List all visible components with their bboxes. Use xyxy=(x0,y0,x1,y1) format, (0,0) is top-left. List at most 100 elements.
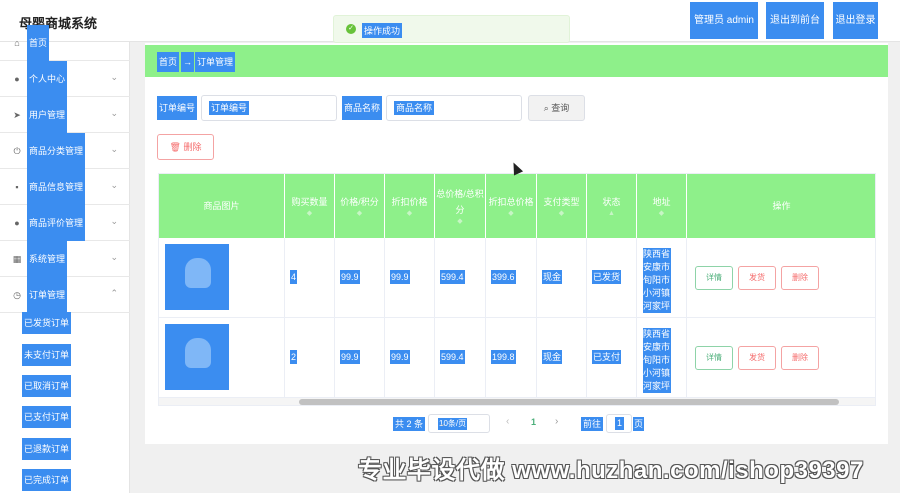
column-header-price[interactable]: 价格/积分 ◆ xyxy=(335,174,385,238)
cell-quantity: 2 xyxy=(290,350,298,364)
sidebar: ⌂ 首页 ● 个人中心 ⌄ ➤ 用户管理 ⌄ ⏻ 商品分类管理 ⌄ ▪ 商品信息… xyxy=(0,25,130,493)
cell-pay-type: 现金 xyxy=(542,270,563,284)
search-button[interactable]: ⌕ 查询 xyxy=(528,95,585,121)
column-header-discount-total[interactable]: 折扣总价格 ◆ xyxy=(486,174,537,238)
sidebar-item-categories[interactable]: ⏻ 商品分类管理 ⌄ xyxy=(0,133,130,169)
cell-discount-total: 399.6 xyxy=(491,270,516,284)
sort-caret-icon[interactable]: ◆ xyxy=(659,210,664,218)
delete-button-label: 删除 xyxy=(183,142,202,152)
product-image xyxy=(165,244,229,310)
grid-icon: ▦ xyxy=(12,254,22,264)
table-row: 2 99.9 99.9 599.4 199.8 现金 已支付 陕西省安康市旬阳市… xyxy=(159,318,875,398)
sort-caret-icon[interactable]: ◆ xyxy=(357,210,362,218)
watermark: 专业毕设代做 www.huzhan.com/ishop39397 xyxy=(358,457,864,484)
chevron-down-icon: ⌄ xyxy=(110,252,118,262)
top-bar: 母婴商城系统 ✓ 操作成功 管理员 admin 退出到前台 退出登录 xyxy=(0,0,900,43)
column-header-pay-type[interactable]: 支付类型 ◆ xyxy=(537,174,587,238)
breadcrumb-home[interactable]: 首页 xyxy=(157,52,180,72)
breadcrumb-separator: → xyxy=(181,52,194,72)
cell-status: 已支付 xyxy=(592,350,622,364)
message-icon: ▪ xyxy=(15,182,19,192)
page-unit-label: 页 xyxy=(633,417,645,431)
goto-label: 前往 xyxy=(581,417,604,431)
cell-discount-price: 99.9 xyxy=(390,270,410,284)
cell-discount-total: 199.8 xyxy=(491,350,516,364)
sort-caret-icon[interactable]: ◆ xyxy=(457,218,462,226)
prev-page-icon[interactable]: ‹ xyxy=(506,416,509,427)
power-icon: ⏻ xyxy=(13,146,21,156)
sort-caret-icon[interactable]: ◆ xyxy=(559,210,564,218)
table-header: 商品图片 购买数量 ◆ 价格/积分 ◆ 折扣价格 ◆ 总价格/总积分 ◆ 折扣总价格 ◆ … xyxy=(159,174,875,238)
horizontal-scrollbar[interactable] xyxy=(159,398,875,405)
scrollbar-thumb[interactable] xyxy=(299,399,839,405)
sidebar-subitem-shipped[interactable]: 已发货订单 xyxy=(22,312,72,334)
admin-button[interactable]: 管理员 admin xyxy=(690,2,758,39)
batch-delete-button[interactable]: 🗑 删除 xyxy=(157,134,214,160)
sidebar-subitem-refunded[interactable]: 已退款订单 xyxy=(22,438,72,460)
column-header-total[interactable]: 总价格/总积分 ◆ xyxy=(435,174,486,238)
sidebar-item-profile[interactable]: ● 个人中心 ⌄ xyxy=(0,61,130,97)
cell-total: 599.4 xyxy=(440,270,465,284)
sidebar-item-reviews[interactable]: ● 商品评价管理 ⌄ xyxy=(0,205,130,241)
sidebar-item-label: 商品信息管理 xyxy=(27,169,86,205)
logout-button[interactable]: 退出登录 xyxy=(833,2,878,39)
search-button-label: 查询 xyxy=(551,103,570,113)
home-icon: ⌂ xyxy=(14,38,20,48)
goto-page-input[interactable]: 1 xyxy=(606,414,632,433)
delete-button[interactable]: 删除 xyxy=(781,266,819,290)
page-number[interactable]: 1 xyxy=(531,417,536,427)
delete-button[interactable]: 删除 xyxy=(781,346,819,370)
success-toast: ✓ 操作成功 xyxy=(333,15,570,43)
sidebar-item-label: 用户管理 xyxy=(27,97,68,133)
sort-caret-icon[interactable]: ▲ xyxy=(608,210,615,218)
column-header-quantity[interactable]: 购买数量 ◆ xyxy=(285,174,335,238)
cell-address: 陕西省安康市旬阳市小河镇河家坪 xyxy=(643,328,671,393)
sidebar-item-label: 个人中心 xyxy=(27,61,68,97)
goto-page-value: 1 xyxy=(615,417,625,430)
next-page-icon[interactable]: › xyxy=(555,416,558,427)
clock-icon: ◷ xyxy=(13,290,21,300)
column-header-status[interactable]: 状态 ▲ xyxy=(587,174,637,238)
ship-button[interactable]: 发货 xyxy=(738,266,776,290)
toast-message: 操作成功 xyxy=(362,23,403,38)
sidebar-item-products[interactable]: ▪ 商品信息管理 ⌄ xyxy=(0,169,130,205)
column-header-image[interactable]: 商品图片 xyxy=(159,174,285,238)
column-header-address[interactable]: 地址 ◆ xyxy=(637,174,687,238)
sidebar-subitem-paid[interactable]: 已支付订单 xyxy=(22,406,72,428)
sort-caret-icon[interactable]: ◆ xyxy=(407,210,412,218)
sort-caret-icon[interactable]: ◆ xyxy=(508,210,513,218)
view-button[interactable]: 详情 xyxy=(695,266,733,290)
sidebar-item-label: 商品评价管理 xyxy=(27,205,86,241)
sidebar-item-home[interactable]: ⌂ 首页 xyxy=(0,25,130,61)
pagination: 共 2 条 10条/页 ⌄ ‹ 1 › 前往 1 页 xyxy=(145,413,888,435)
table-row: 4 99.9 99.9 599.4 399.6 现金 已发货 陕西省安康市旬阳市… xyxy=(159,238,875,318)
view-button[interactable]: 详情 xyxy=(695,346,733,370)
cell-discount-price: 99.9 xyxy=(390,350,410,364)
product-name-input[interactable] xyxy=(386,95,522,121)
sidebar-item-orders[interactable]: ◷ 订单管理 ⌃ xyxy=(0,277,130,313)
page-size-select[interactable]: 10条/页 ⌄ xyxy=(428,414,490,433)
back-to-front-button[interactable]: 退出到前台 xyxy=(766,2,824,39)
sidebar-subitem-completed[interactable]: 已完成订单 xyxy=(22,469,72,491)
user-icon: ● xyxy=(14,74,20,84)
sidebar-item-system[interactable]: ▦ 系统管理 ⌄ xyxy=(0,241,130,277)
column-header-discount-price[interactable]: 折扣价格 ◆ xyxy=(385,174,435,238)
sidebar-item-label: 首页 xyxy=(27,25,50,61)
sidebar-subitem-unpaid[interactable]: 未支付订单 xyxy=(22,344,72,366)
order-no-label: 订单编号 xyxy=(157,96,198,120)
breadcrumb: 首页 → 订单管理 xyxy=(145,45,888,77)
chevron-down-icon: ⌄ xyxy=(110,72,118,82)
sort-caret-icon[interactable]: ◆ xyxy=(307,210,312,218)
cell-quantity: 4 xyxy=(290,270,298,284)
order-no-input[interactable] xyxy=(201,95,337,121)
chevron-down-icon: ⌄ xyxy=(110,180,118,190)
sidebar-subitem-cancelled[interactable]: 已取消订单 xyxy=(22,375,72,397)
sidebar-item-users[interactable]: ➤ 用户管理 ⌄ xyxy=(0,97,130,133)
column-header-actions: 操作 xyxy=(687,174,875,238)
send-icon: ➤ xyxy=(13,110,21,120)
ship-button[interactable]: 发货 xyxy=(738,346,776,370)
cell-price: 99.9 xyxy=(340,350,360,364)
breadcrumb-current: 订单管理 xyxy=(195,52,236,72)
cell-address: 陕西省安康市旬阳市小河镇河家坪 xyxy=(643,248,671,313)
order-table: 商品图片 购买数量 ◆ 价格/积分 ◆ 折扣价格 ◆ 总价格/总积分 ◆ 折扣总价格 ◆ … xyxy=(158,173,876,406)
